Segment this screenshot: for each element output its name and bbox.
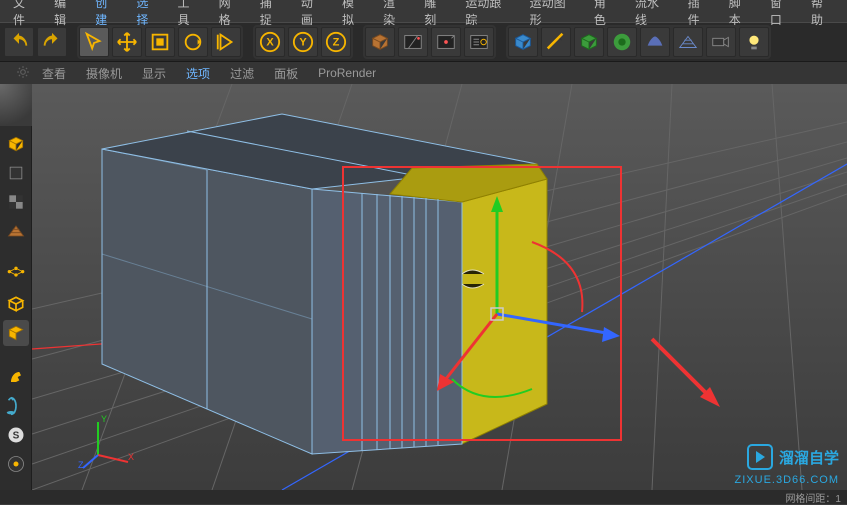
menu-render[interactable]: 渲染 <box>374 0 415 28</box>
svg-text:S: S <box>12 430 19 441</box>
menu-animate[interactable]: 动画 <box>292 0 333 28</box>
main-area: S 透视视图 <box>0 84 847 490</box>
perspective-viewport[interactable]: 透视视图 <box>32 84 847 490</box>
viewport-menu-bar: 查看 摄像机 显示 选项 过滤 面板 ProRender <box>0 62 847 84</box>
axis-orientation-widget[interactable]: Y X Z <box>78 410 138 470</box>
status-bar: 网格间距：1 <box>0 490 847 504</box>
menu-window[interactable]: 窗口 <box>761 0 802 28</box>
vp-cameras[interactable]: 摄像机 <box>76 65 132 82</box>
menu-help[interactable]: 帮助 <box>802 0 843 28</box>
svg-text:Z: Z <box>78 460 84 470</box>
texture-mode-button[interactable] <box>3 189 29 215</box>
generator-button[interactable] <box>574 27 604 57</box>
vp-prorender[interactable]: ProRender <box>308 66 386 80</box>
status-grid-spacing: 网格间距：1 <box>785 490 841 505</box>
undo-button[interactable] <box>4 27 34 57</box>
enable-axis-button[interactable] <box>3 393 29 419</box>
menu-snap[interactable]: 捕捉 <box>251 0 292 28</box>
rotate-tool-button[interactable] <box>178 27 208 57</box>
live-select-button[interactable] <box>79 27 109 57</box>
watermark-brand: 溜溜自学 <box>779 447 839 468</box>
polygons-mode-button[interactable] <box>3 320 29 346</box>
tweak-mode-button[interactable] <box>3 364 29 390</box>
viewport-options-icon[interactable] <box>6 65 26 82</box>
workplane-mode-button[interactable] <box>3 218 29 244</box>
menu-bar: 文件 编辑 创建 选择 工具 网格 捕捉 动画 模拟 渲染 雕刻 运动跟踪 运动… <box>0 0 847 22</box>
menu-pipeline[interactable]: 流水线 <box>626 0 679 28</box>
environment-button[interactable] <box>640 27 670 57</box>
light-button[interactable] <box>739 27 769 57</box>
watermark-play-icon <box>747 444 773 470</box>
watermark: 溜溜自学 ZIXUE.3D66.COM <box>747 444 839 470</box>
render-settings-button[interactable] <box>464 27 494 57</box>
vp-filter[interactable]: 过滤 <box>220 65 264 82</box>
menu-script[interactable]: 脚本 <box>720 0 761 28</box>
vp-display[interactable]: 显示 <box>132 65 176 82</box>
coord-system-button[interactable] <box>365 27 395 57</box>
move-tool-button[interactable] <box>112 27 142 57</box>
vp-options[interactable]: 选项 <box>176 65 220 82</box>
make-editable-button[interactable] <box>3 131 29 157</box>
annotation-arrow-icon <box>642 329 732 419</box>
primitive-cube-button[interactable] <box>508 27 538 57</box>
last-tool-button[interactable] <box>211 27 241 57</box>
spline-pen-button[interactable] <box>541 27 571 57</box>
axis-x-button[interactable]: X <box>255 27 285 57</box>
menu-character[interactable]: 角色 <box>585 0 626 28</box>
edges-mode-button[interactable] <box>3 291 29 317</box>
menu-sculpt[interactable]: 雕刻 <box>415 0 456 28</box>
workplane-snap-button[interactable] <box>3 451 29 477</box>
svg-text:Y: Y <box>299 37 307 49</box>
svg-text:Y: Y <box>101 414 107 424</box>
menu-simulate[interactable]: 模拟 <box>333 0 374 28</box>
scale-tool-button[interactable] <box>145 27 175 57</box>
menu-plugins[interactable]: 插件 <box>679 0 720 28</box>
menu-create[interactable]: 创建 <box>86 0 127 28</box>
watermark-url: ZIXUE.3D66.COM <box>735 474 839 486</box>
vp-panel[interactable]: 面板 <box>264 65 308 82</box>
menu-edit[interactable]: 编辑 <box>45 0 86 28</box>
menu-motiontrack[interactable]: 运动跟踪 <box>456 0 520 28</box>
redo-button[interactable] <box>37 27 67 57</box>
menu-tools[interactable]: 工具 <box>169 0 210 28</box>
mode-palette: S <box>0 84 32 490</box>
svg-text:X: X <box>266 37 274 49</box>
annotation-rectangle <box>342 166 622 441</box>
menu-mesh[interactable]: 网格 <box>210 0 251 28</box>
vp-view[interactable]: 查看 <box>32 65 76 82</box>
deformer-button[interactable] <box>607 27 637 57</box>
model-mode-button[interactable] <box>3 160 29 186</box>
camera-button[interactable] <box>706 27 736 57</box>
axis-y-button[interactable]: Y <box>288 27 318 57</box>
menu-file[interactable]: 文件 <box>4 0 45 28</box>
axis-z-button[interactable]: Z <box>321 27 351 57</box>
menu-select[interactable]: 选择 <box>127 0 168 28</box>
svg-text:Z: Z <box>333 37 340 49</box>
points-mode-button[interactable] <box>3 262 29 288</box>
render-view-button[interactable] <box>398 27 428 57</box>
render-picture-button[interactable] <box>431 27 461 57</box>
svg-text:X: X <box>128 452 134 462</box>
floor-button[interactable] <box>673 27 703 57</box>
menu-mograph[interactable]: 运动图形 <box>521 0 585 28</box>
main-toolbar: X Y Z <box>0 22 847 62</box>
snap-enable-button[interactable]: S <box>3 422 29 448</box>
